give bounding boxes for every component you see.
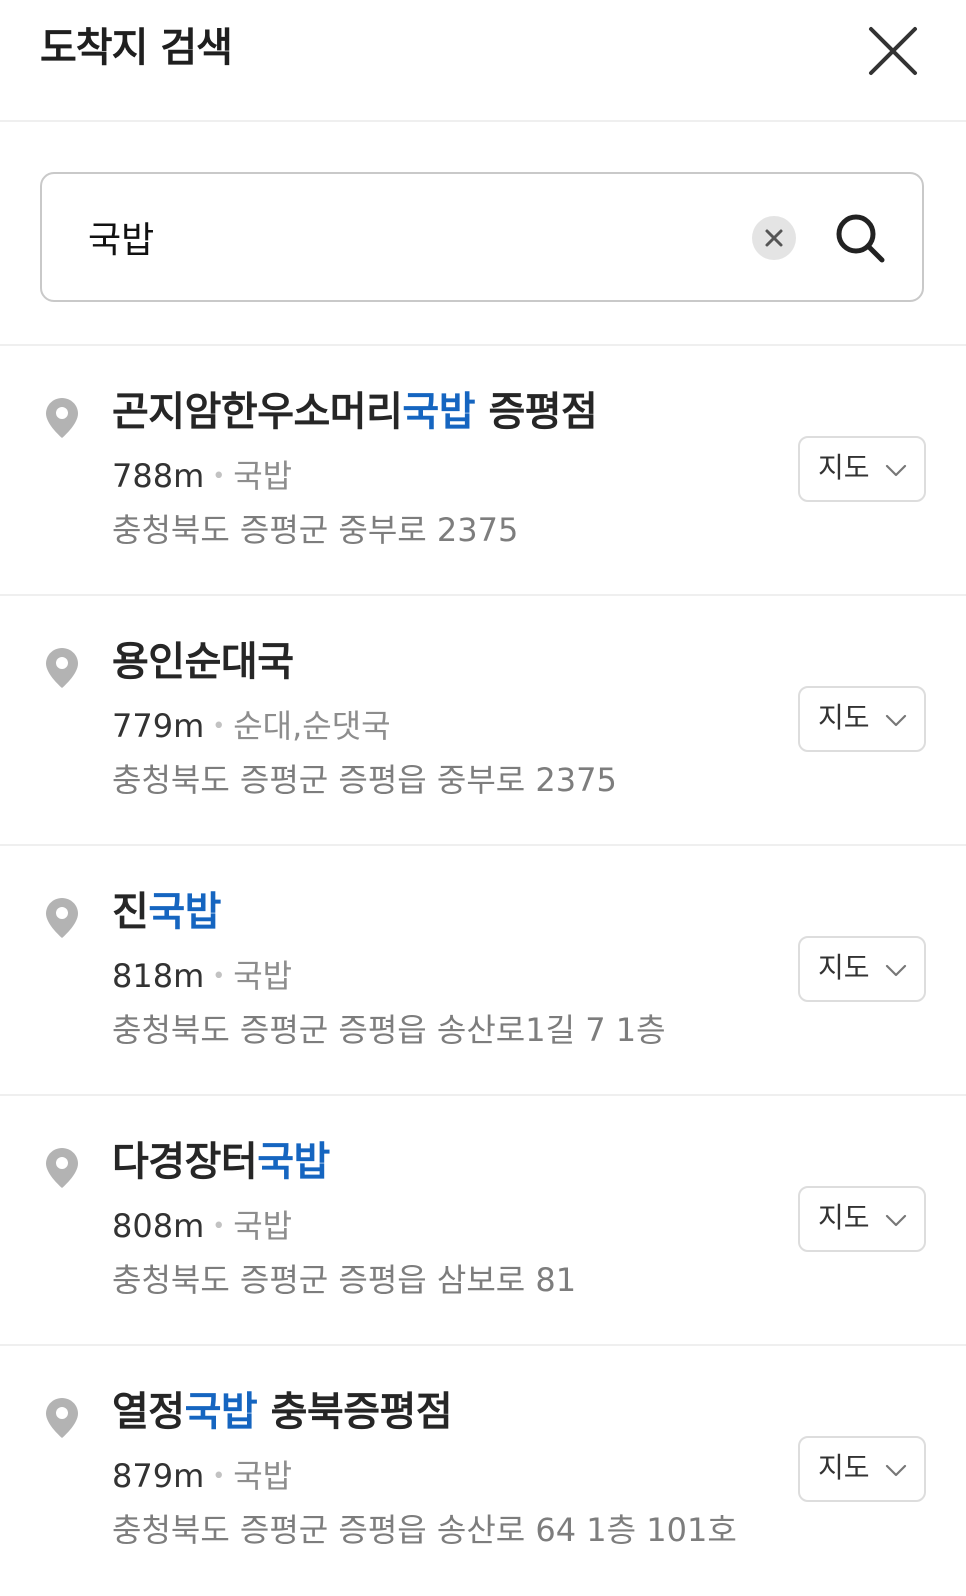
map-button-label: 지도 — [818, 451, 870, 484]
place-name: 진국밥 — [112, 884, 221, 940]
location-pin-icon — [46, 1148, 78, 1188]
clear-icon — [765, 229, 783, 247]
address: 충청북도 증평군 중부로 2375 — [112, 511, 519, 549]
address: 충청북도 증평군 증평읍 삼보로 81 — [112, 1261, 577, 1299]
map-button[interactable]: 지도 — [798, 1436, 926, 1502]
meta-line: 879m • 국밥 — [112, 1454, 292, 1499]
address: 충청북도 증평군 증평읍 중부로 2375 — [112, 761, 617, 799]
result-item[interactable]: 열정국밥 충북증평점 879m • 국밥 충청북도 증평군 증평읍 송산로 64 1층 … — [0, 1346, 966, 1596]
category: 국밥 — [233, 1457, 293, 1495]
map-button-label: 지도 — [818, 951, 870, 984]
place-name: 용인순대국 — [112, 634, 294, 690]
chevron-down-icon — [885, 464, 907, 477]
address: 충청북도 증평군 증평읍 송산로1길 7 1층 — [112, 1011, 666, 1049]
map-button[interactable]: 지도 — [798, 1186, 926, 1252]
address: 충청북도 증평군 증평읍 송산로 64 1층 101호 — [112, 1511, 737, 1549]
clear-search-button[interactable] — [752, 216, 796, 260]
separator-dot: • — [212, 464, 226, 489]
meta-line: 779m • 순대,순댓국 — [112, 704, 391, 749]
meta-line: 818m • 국밥 — [112, 954, 292, 999]
category: 국밥 — [233, 457, 293, 495]
map-button-label: 지도 — [818, 1451, 870, 1484]
place-name: 다경장터국밥 — [112, 1134, 330, 1190]
distance: 788m — [112, 457, 205, 495]
place-name-text: 증평점 — [475, 389, 598, 435]
page-title: 도착지 검색 — [40, 25, 233, 71]
result-item[interactable]: 진국밥 818m • 국밥 충청북도 증평군 증평읍 송산로1길 7 1층 지도 — [0, 846, 966, 1096]
chevron-down-icon — [885, 964, 907, 977]
place-name-text: 진 — [112, 889, 149, 935]
search-input[interactable] — [88, 204, 708, 270]
map-button-label: 지도 — [818, 1201, 870, 1234]
place-name-text: 열정 — [112, 1389, 185, 1435]
search-box — [40, 172, 924, 302]
place-name: 열정국밥 충북증평점 — [112, 1384, 453, 1440]
place-name-text: 용인순대국 — [112, 639, 294, 685]
distance: 779m — [112, 707, 205, 745]
category: 국밥 — [233, 1207, 293, 1245]
close-icon — [869, 27, 917, 75]
place-name-text: 충북증평점 — [257, 1389, 453, 1435]
meta-line: 808m • 국밥 — [112, 1204, 292, 1249]
search-button[interactable] — [832, 210, 888, 266]
separator-dot: • — [212, 714, 226, 739]
distance: 879m — [112, 1457, 205, 1495]
map-button[interactable]: 지도 — [798, 686, 926, 752]
distance: 808m — [112, 1207, 205, 1245]
separator-dot: • — [212, 1214, 226, 1239]
header: 도착지 검색 — [0, 0, 966, 122]
result-item[interactable]: 다경장터국밥 808m • 국밥 충청북도 증평군 증평읍 삼보로 81 지도 — [0, 1096, 966, 1346]
place-name-text: 다경장터 — [112, 1139, 258, 1185]
category: 국밥 — [233, 957, 293, 995]
category: 순대,순댓국 — [233, 707, 391, 745]
location-pin-icon — [46, 898, 78, 938]
result-item[interactable]: 곤지암한우소머리국밥 증평점 788m • 국밥 충청북도 증평군 중부로 2375 지도 — [0, 346, 966, 596]
distance: 818m — [112, 957, 205, 995]
map-button-label: 지도 — [818, 701, 870, 734]
result-item[interactable]: 용인순대국 779m • 순대,순댓국충청북도 증평군 증평읍 중부로 2375 지도 — [0, 596, 966, 846]
map-button[interactable]: 지도 — [798, 436, 926, 502]
place-name: 곤지암한우소머리국밥 증평점 — [112, 384, 598, 440]
results-list: 곤지암한우소머리국밥 증평점 788m • 국밥 충청북도 증평군 중부로 2375 지도… — [0, 346, 966, 1596]
location-pin-icon — [46, 648, 78, 688]
place-name-keyword: 국밥 — [184, 1389, 258, 1435]
location-pin-icon — [46, 398, 78, 438]
place-name-keyword: 국밥 — [402, 389, 476, 435]
location-pin-icon — [46, 1398, 78, 1438]
separator-dot: • — [212, 1464, 226, 1489]
chevron-down-icon — [885, 1214, 907, 1227]
meta-line: 788m • 국밥 — [112, 454, 292, 499]
close-button[interactable] — [866, 24, 920, 78]
search-section — [0, 122, 966, 346]
chevron-down-icon — [885, 1464, 907, 1477]
search-icon — [836, 214, 885, 263]
separator-dot: • — [212, 964, 226, 989]
chevron-down-icon — [885, 714, 907, 727]
place-name-text: 곤지암한우소머리 — [112, 389, 403, 435]
map-button[interactable]: 지도 — [798, 936, 926, 1002]
place-name-keyword: 국밥 — [257, 1139, 330, 1185]
place-name-keyword: 국밥 — [148, 889, 221, 935]
